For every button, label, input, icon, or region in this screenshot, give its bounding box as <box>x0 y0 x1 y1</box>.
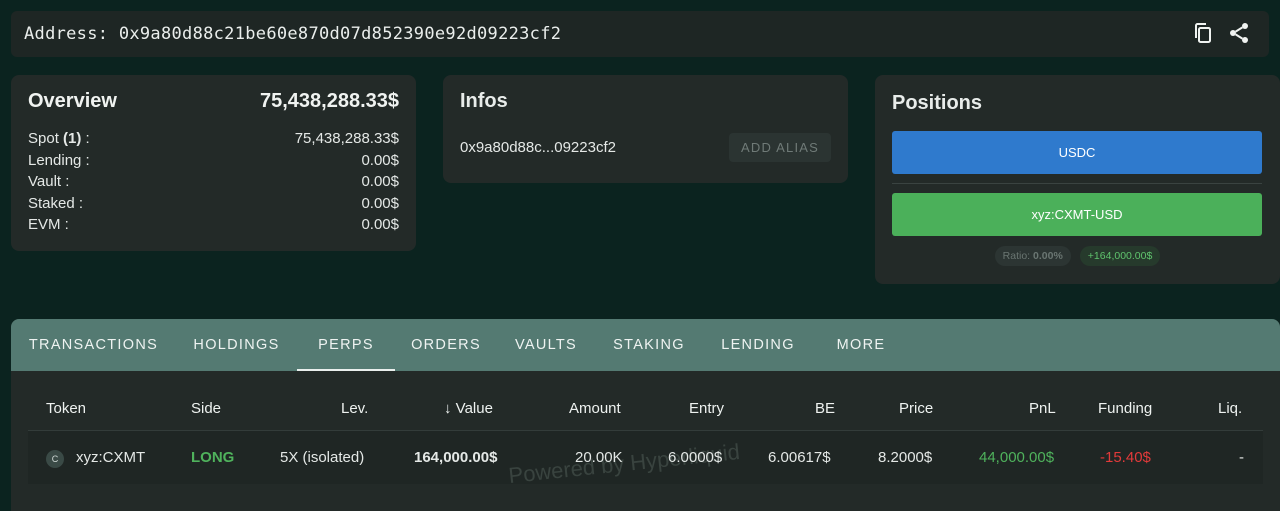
address-bar: Address: 0x9a80d88c21be60e870d07d852390e… <box>11 11 1269 57</box>
positions-badges: Ratio: 0.00% +164,000.00$ <box>875 246 1280 266</box>
overview-total: 75,438,288.33$ <box>259 89 399 112</box>
overview-card: Overview 75,438,288.33$ Spot (1) : 75,43… <box>11 75 416 251</box>
header-be[interactable]: BE <box>815 400 835 417</box>
ratio-label: Ratio: <box>1002 250 1031 262</box>
tab-transactions[interactable]: TRANSACTIONS <box>11 319 176 371</box>
overview-row-value: 0.00$ <box>361 194 399 212</box>
usdc-position-button[interactable]: USDC <box>892 131 1262 174</box>
header-lev[interactable]: Lev. <box>341 400 368 417</box>
overview-title: Overview <box>28 89 117 112</box>
cell-lev: 5X (isolated) <box>280 449 365 466</box>
overview-row-value: 0.00$ <box>361 216 399 234</box>
tab-holdings[interactable]: HOLDINGS <box>176 319 297 371</box>
overview-row-value: 75,438,288.33$ <box>294 130 399 147</box>
tab-staking[interactable]: STAKING <box>595 319 703 371</box>
header-side[interactable]: Side <box>191 400 221 417</box>
ratio-badge: Ratio: 0.00% <box>994 246 1071 266</box>
overview-row-value: 0.00$ <box>361 151 399 169</box>
table-row[interactable]: Powered by Hyperliquid C xyz:CXMT LONG 5… <box>28 431 1263 488</box>
overview-row-label: Staked : <box>28 194 84 212</box>
address-text: Address: 0x9a80d88c21be60e870d07d852390e… <box>24 24 561 44</box>
spot-suffix: : <box>81 130 90 147</box>
tab-vaults[interactable]: VAULTS <box>497 319 595 371</box>
overview-row-vault: Vault : 0.00$ <box>28 171 399 193</box>
tab-bar: TRANSACTIONS HOLDINGS PERPS ORDERS VAULT… <box>11 319 1280 371</box>
overview-row-staked: Staked : 0.00$ <box>28 193 399 215</box>
tabs-section: TRANSACTIONS HOLDINGS PERPS ORDERS VAULT… <box>11 319 1280 511</box>
header-liq[interactable]: Liq. <box>1218 400 1242 417</box>
positions-card: Positions USDC xyz:CXMT-USD Ratio: 0.00%… <box>875 75 1280 284</box>
cell-token: xyz:CXMT <box>76 449 146 466</box>
cell-value: 164,000.00$ <box>414 449 498 466</box>
tab-lending[interactable]: LENDING <box>703 319 813 371</box>
overview-row-label: EVM : <box>28 216 69 234</box>
overview-row-evm: EVM : 0.00$ <box>28 214 399 236</box>
ratio-value: 0.00% <box>1033 250 1063 262</box>
header-value-label: Value <box>455 400 493 417</box>
overview-row-lending: Lending : 0.00$ <box>28 150 399 172</box>
copy-icon[interactable] <box>1191 21 1215 45</box>
tab-orders[interactable]: ORDERS <box>395 319 497 371</box>
perps-table: Token Side Lev. ↓ Value Amount Entry BE … <box>28 387 1263 488</box>
positions-divider <box>892 183 1262 184</box>
header-price[interactable]: Price <box>899 400 933 417</box>
cell-be: 6.00617$ <box>768 449 831 466</box>
overview-row-spot: Spot (1) : 75,438,288.33$ <box>28 128 399 150</box>
pnl-badge: +164,000.00$ <box>1079 246 1161 266</box>
overview-row-label: Lending : <box>28 151 90 169</box>
infos-row: 0x9a80d88c...09223cf2 ADD ALIAS <box>460 133 831 162</box>
header-entry[interactable]: Entry <box>689 400 724 417</box>
sort-down-icon: ↓ <box>444 400 452 417</box>
add-alias-button[interactable]: ADD ALIAS <box>729 133 831 162</box>
spot-count: (1) <box>63 130 82 147</box>
overview-header: Overview 75,438,288.33$ <box>28 87 399 115</box>
cell-entry: 6.0000$ <box>668 449 723 466</box>
cell-funding: -15.40$ <box>1100 449 1151 466</box>
header-value[interactable]: ↓ Value <box>444 400 493 417</box>
address-value: 0x9a80d88c21be60e870d07d852390e92d09223c… <box>118 24 562 44</box>
header-token[interactable]: Token <box>46 400 86 417</box>
address-actions <box>1191 21 1251 45</box>
cell-price: 8.2000$ <box>878 449 933 466</box>
header-pnl[interactable]: PnL <box>1029 400 1056 417</box>
cell-liq: - <box>1239 449 1244 466</box>
tab-perps[interactable]: PERPS <box>297 319 395 371</box>
spot-label: Spot <box>28 130 59 147</box>
share-icon[interactable] <box>1227 21 1251 45</box>
address-label: Address: <box>24 24 109 44</box>
token-icon: C <box>46 450 64 468</box>
cell-side: LONG <box>191 449 235 466</box>
positions-title: Positions <box>892 92 983 114</box>
overview-row-label: Vault : <box>28 173 70 191</box>
header-funding[interactable]: Funding <box>1098 400 1152 417</box>
tab-more[interactable]: MORE <box>813 319 909 371</box>
overview-row-label: Spot (1) : <box>28 128 90 150</box>
header-amount[interactable]: Amount <box>569 400 621 417</box>
table-header: Token Side Lev. ↓ Value Amount Entry BE … <box>28 387 1263 431</box>
xyz-position-button[interactable]: xyz:CXMT-USD <box>892 193 1262 236</box>
overview-rows: Spot (1) : 75,438,288.33$ Lending : 0.00… <box>28 128 399 236</box>
infos-title: Infos <box>460 90 508 112</box>
infos-short-address: 0x9a80d88c...09223cf2 <box>460 139 616 156</box>
cell-pnl: 44,000.00$ <box>979 449 1055 466</box>
overview-row-value: 0.00$ <box>361 173 399 191</box>
infos-card: Infos 0x9a80d88c...09223cf2 ADD ALIAS <box>443 75 848 183</box>
cell-amount: 20.00K <box>575 449 623 466</box>
